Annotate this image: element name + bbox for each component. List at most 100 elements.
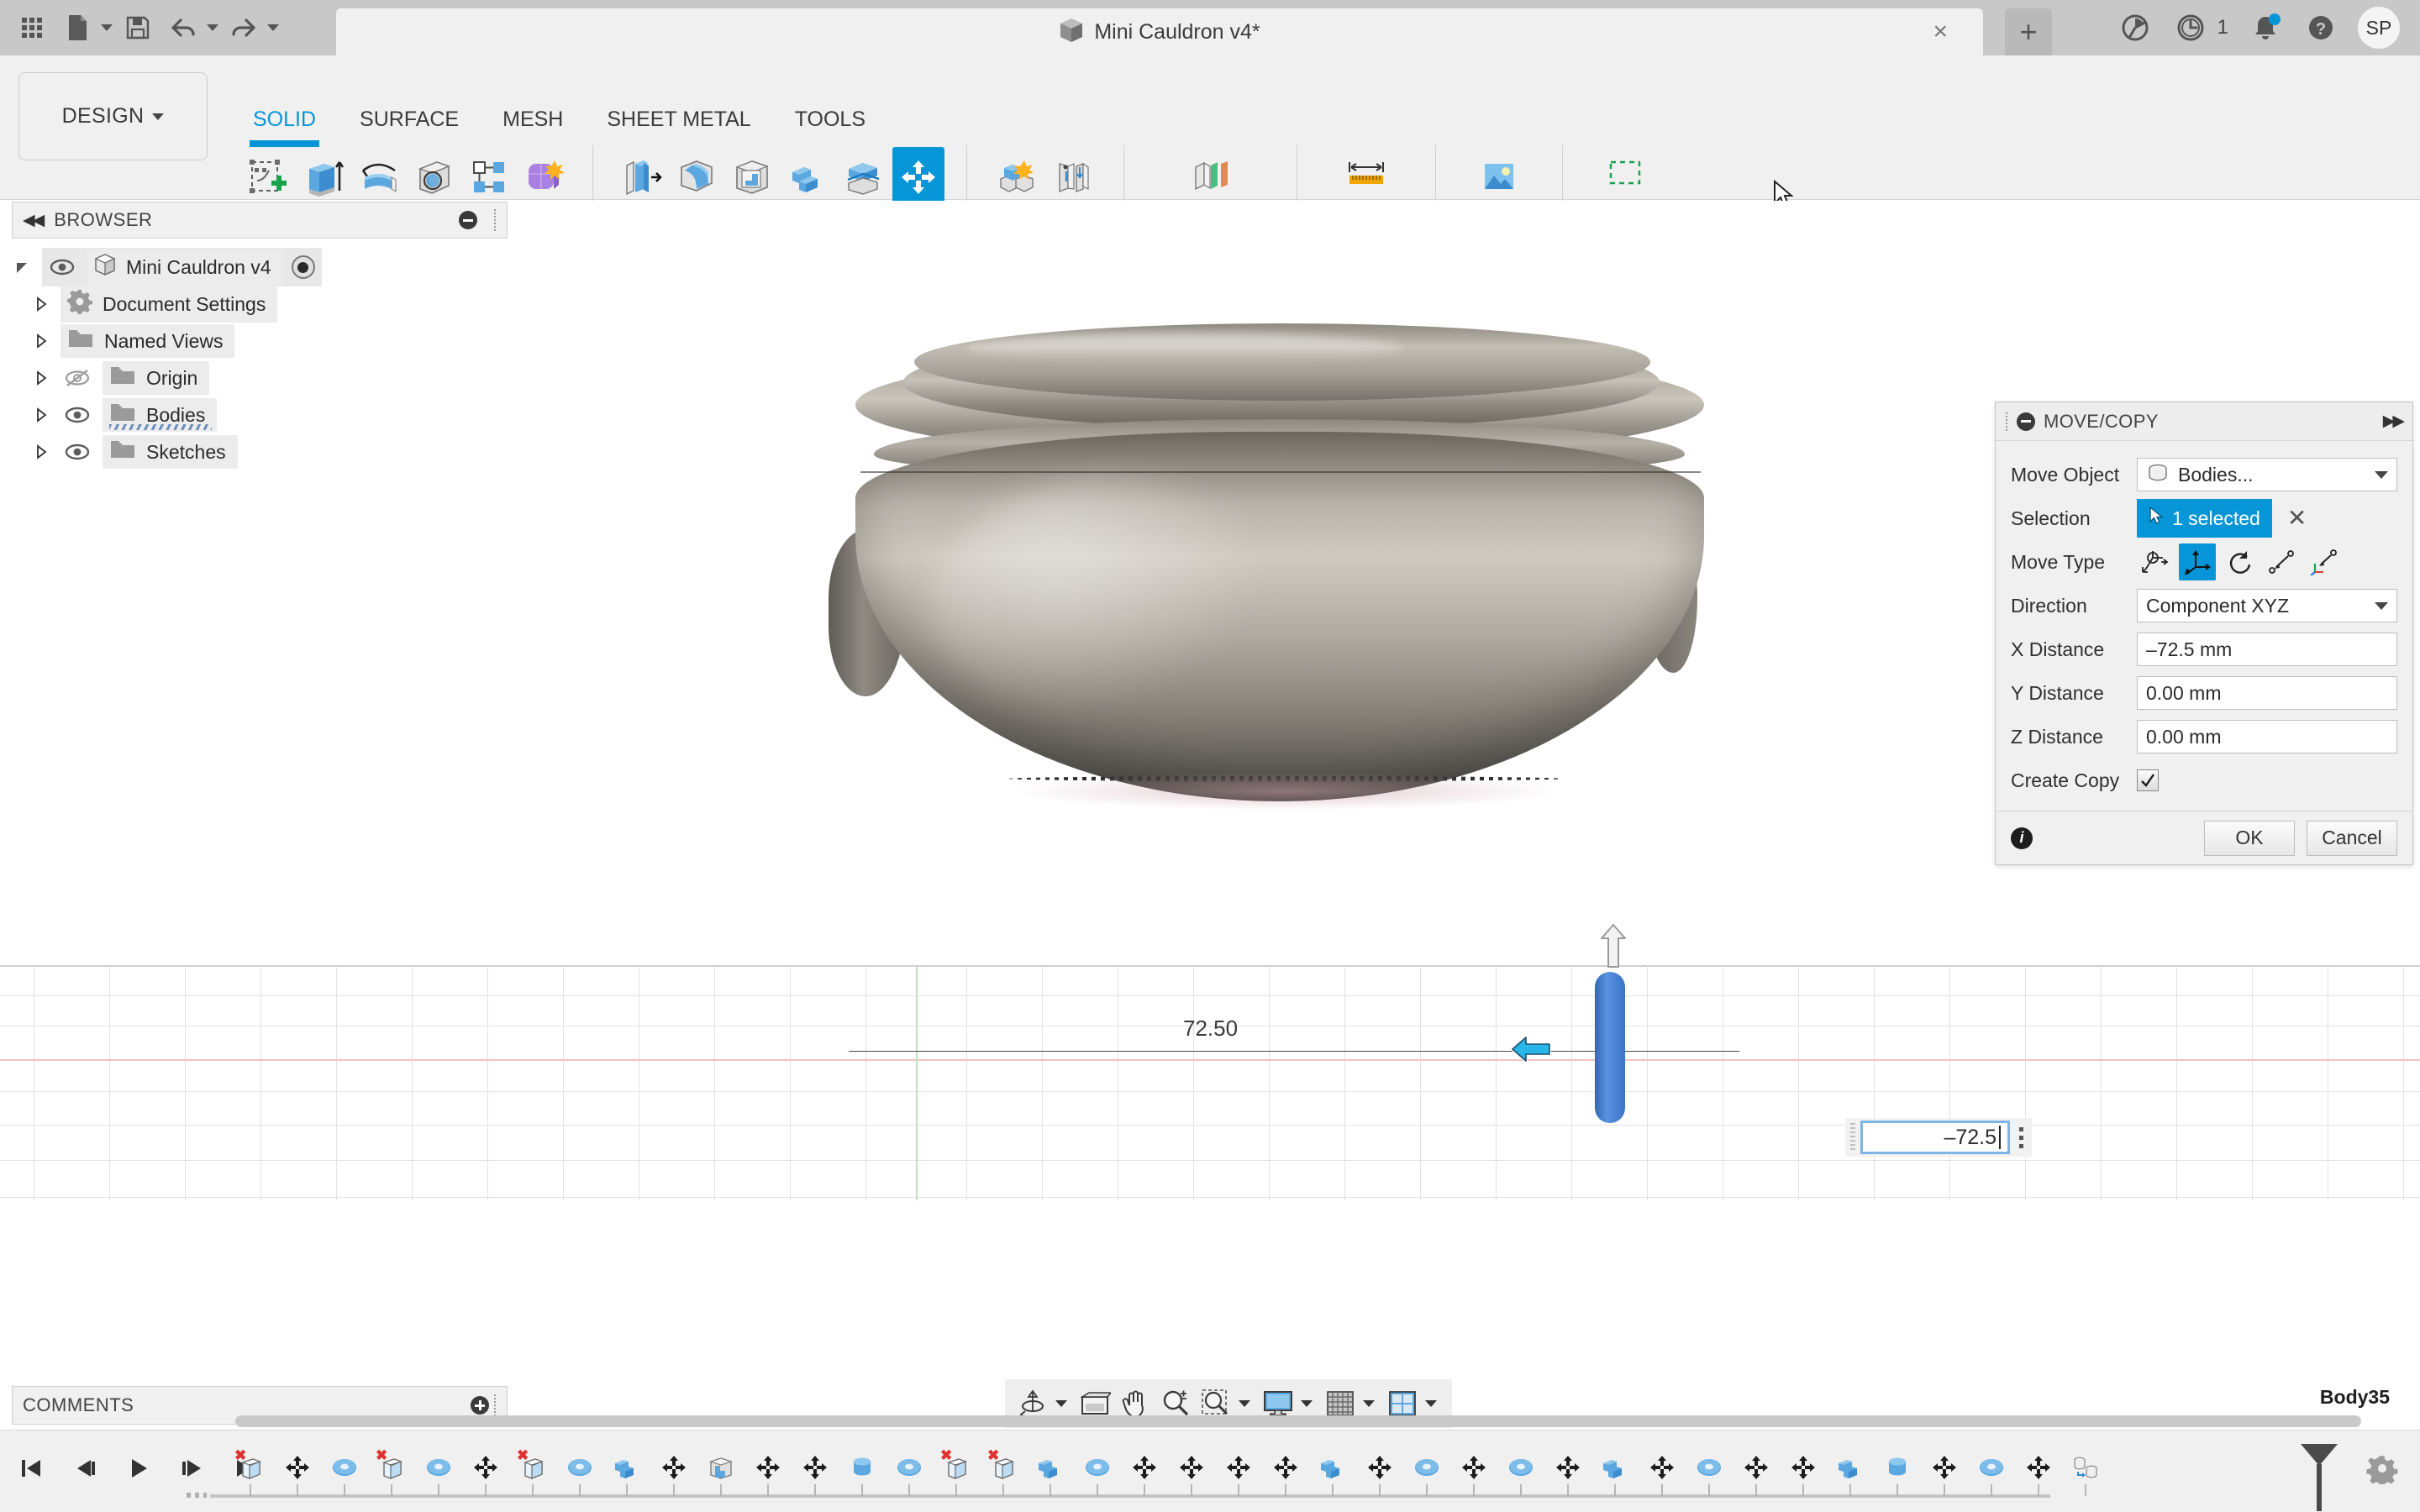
info-icon[interactable]: i <box>2011 827 2033 849</box>
revolve-icon[interactable] <box>352 147 404 207</box>
timeline-feature-move[interactable] <box>1121 1451 1168 1496</box>
z-distance-input[interactable]: 0.00 mm <box>2137 720 2397 753</box>
timeline-feature-combine[interactable] <box>1309 1451 1356 1496</box>
timeline-feature-cut[interactable]: ✖ <box>368 1451 415 1496</box>
close-tab-button[interactable]: × <box>1933 19 1948 45</box>
tree-node-named-views[interactable]: Named Views <box>12 323 508 360</box>
timeline-feature-torus[interactable] <box>886 1451 933 1496</box>
plus-circle-icon[interactable] <box>471 1396 489 1415</box>
dialog-drag-grip[interactable] <box>2006 412 2008 431</box>
timeline-feature-move[interactable] <box>1733 1451 1780 1496</box>
point-to-position-icon[interactable] <box>2305 543 2342 580</box>
point-to-point-icon[interactable] <box>2263 543 2300 580</box>
timeline-feature-torus[interactable] <box>1968 1451 2015 1496</box>
tree-node-root-body[interactable]: Mini Cauldron v4 <box>87 249 283 285</box>
history-clock-icon[interactable] <box>2172 9 2209 46</box>
tab-surface[interactable]: SURFACE <box>338 108 481 140</box>
avatar[interactable]: SP <box>2358 7 2400 49</box>
timeline-settings-gear-icon[interactable] <box>2366 1452 2398 1488</box>
timeline-feature-combine[interactable] <box>1591 1451 1639 1496</box>
timeline-feature-copy[interactable] <box>2062 1451 2109 1496</box>
undo-icon[interactable] <box>163 8 203 48</box>
bell-icon[interactable] <box>2247 9 2284 46</box>
timeline-feature-cut[interactable]: ✖ <box>933 1451 980 1496</box>
press-pull-icon[interactable] <box>615 147 667 207</box>
timeline-feature-torus[interactable] <box>1074 1451 1121 1496</box>
timeline-feature-cylinder[interactable] <box>839 1451 886 1496</box>
tab-mesh[interactable]: MESH <box>481 108 585 140</box>
timeline-feature-move[interactable] <box>1780 1451 1827 1496</box>
sweep-icon[interactable] <box>408 147 460 207</box>
joint-icon[interactable] <box>1047 147 1099 207</box>
timeline-feature-move[interactable] <box>462 1451 509 1496</box>
offset-plane-icon[interactable] <box>1185 147 1237 207</box>
timeline-feature-move[interactable] <box>1450 1451 1497 1496</box>
tree-node-body[interactable]: Sketches <box>103 435 238 469</box>
timeline-feature-torus[interactable] <box>556 1451 603 1496</box>
drag-grip-icon[interactable] <box>1850 1123 1855 1152</box>
fillet-icon[interactable] <box>671 147 723 207</box>
rotate-icon[interactable] <box>2221 543 2258 580</box>
insert-image-icon[interactable] <box>1473 147 1525 207</box>
timeline-feature-cut[interactable]: ✖ <box>980 1451 1027 1496</box>
timeline-feature-torus[interactable] <box>1497 1451 1544 1496</box>
drag-handle-icon[interactable] <box>1595 972 1625 1123</box>
tree-node-sketches[interactable]: Sketches <box>12 433 508 470</box>
tab-tools[interactable]: TOOLS <box>773 108 887 140</box>
redo-dropdown-caret[interactable] <box>267 24 279 31</box>
forward-arrows-icon[interactable]: ▶▶ <box>2383 412 2402 431</box>
new-tab-button[interactable]: + <box>2005 8 2052 55</box>
timeline-feature-cut[interactable]: ✖ <box>227 1451 274 1496</box>
timeline-feature-move[interactable] <box>1921 1451 1968 1496</box>
viewports-dropdown-caret[interactable] <box>1425 1400 1437 1407</box>
minus-circle-icon[interactable] <box>2017 412 2035 431</box>
create-copy-checkbox[interactable] <box>2137 769 2159 791</box>
close-x-icon[interactable]: ✕ <box>2287 507 2307 530</box>
extension-icon[interactable] <box>2117 9 2154 46</box>
go-to-beginning-icon[interactable] <box>15 1451 47 1486</box>
panel-resize-grip[interactable] <box>494 1394 497 1416</box>
measure-icon[interactable] <box>1340 147 1392 207</box>
step-back-icon[interactable] <box>69 1451 101 1486</box>
visibility-eye-icon[interactable] <box>45 259 79 276</box>
expand-triangle-icon[interactable] <box>30 407 52 423</box>
y-distance-input[interactable]: 0.00 mm <box>2137 676 2397 710</box>
form-icon[interactable] <box>518 147 571 207</box>
timeline-feature-torus[interactable] <box>415 1451 462 1496</box>
timeline-feature-move[interactable] <box>2015 1451 2062 1496</box>
visibility-hidden-eye-icon[interactable] <box>60 369 94 387</box>
extrude-icon[interactable] <box>297 147 349 207</box>
tree-node-bodies[interactable]: Bodies <box>12 396 508 433</box>
move-copy-icon[interactable] <box>892 147 944 207</box>
new-file-dropdown-caret[interactable] <box>101 24 113 31</box>
cancel-button[interactable]: Cancel <box>2307 821 2397 856</box>
activate-component-radio[interactable] <box>292 255 315 279</box>
direction-select[interactable]: Component XYZ <box>2137 589 2397 622</box>
tree-node-origin[interactable]: Origin <box>12 360 508 396</box>
orbit-dropdown-caret[interactable] <box>1055 1400 1067 1407</box>
timeline-feature-cut[interactable]: ✖ <box>509 1451 556 1496</box>
tab-solid[interactable]: SOLID <box>231 108 338 140</box>
split-body-icon[interactable] <box>837 147 889 207</box>
combine-icon[interactable] <box>781 147 834 207</box>
step-forward-icon[interactable] <box>176 1451 208 1486</box>
play-icon[interactable] <box>123 1451 155 1486</box>
timeline-feature-move[interactable] <box>1356 1451 1403 1496</box>
free-move-icon[interactable] <box>2137 543 2174 580</box>
workspace-switcher[interactable]: DESIGN <box>18 72 208 160</box>
tree-node-body[interactable]: Named Views <box>60 324 234 358</box>
tree-node-body[interactable]: Origin <box>103 361 209 395</box>
move-object-select[interactable]: Bodies... <box>2137 458 2397 491</box>
inline-distance-input[interactable]: –72.5 <box>1860 1121 2010 1154</box>
selection-badge[interactable]: 1 selected <box>2137 499 2272 538</box>
select-window-icon[interactable] <box>1602 147 1654 207</box>
timeline-feature-move[interactable] <box>1168 1451 1215 1496</box>
new-file-icon[interactable] <box>57 8 97 48</box>
expand-triangle-icon[interactable] <box>12 259 34 276</box>
timeline-feature-torus[interactable] <box>1686 1451 1733 1496</box>
timeline-feature-shell[interactable] <box>697 1451 744 1496</box>
undo-dropdown-caret[interactable] <box>207 24 218 31</box>
display-dropdown-caret[interactable] <box>1301 1400 1313 1407</box>
tree-node-body[interactable]: Document Settings <box>60 286 277 323</box>
tree-node-body[interactable]: Bodies <box>103 398 217 432</box>
